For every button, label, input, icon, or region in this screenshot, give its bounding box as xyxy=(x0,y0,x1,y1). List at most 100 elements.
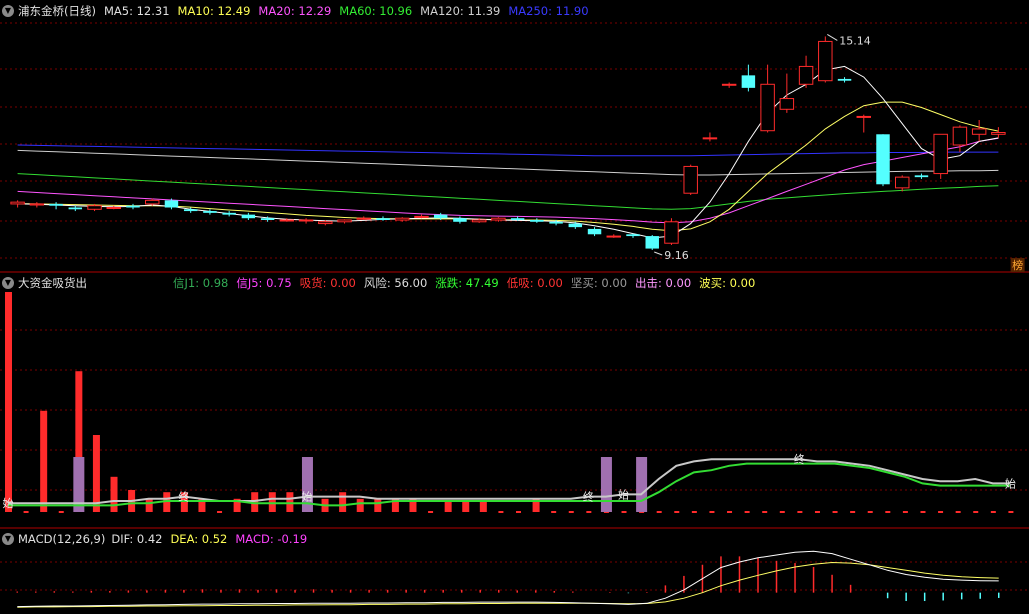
fund-bar-stub xyxy=(586,511,592,513)
candle-body xyxy=(145,199,160,205)
candle-body xyxy=(818,40,833,82)
indicator-label: 波买: 0.00 xyxy=(699,276,756,290)
fund-bar xyxy=(286,492,294,512)
fund-marker: 终 xyxy=(178,490,189,504)
fund-bar xyxy=(444,501,452,512)
low-arrow xyxy=(654,251,663,256)
indicator-label: DIF: 0.42 xyxy=(111,532,163,546)
fund-bar-stub xyxy=(58,511,64,513)
candle-body xyxy=(606,235,621,238)
candle-body xyxy=(279,219,295,222)
fund-bar-stub xyxy=(498,511,504,513)
indicator-label: 坚买: 0.00 xyxy=(570,276,628,290)
indicator-label: MA10: 12.49 xyxy=(177,4,251,18)
candle-body xyxy=(914,175,929,178)
candle-body xyxy=(664,221,679,244)
candle-body xyxy=(203,211,217,213)
ma250-line xyxy=(17,144,999,157)
candle-body xyxy=(414,215,429,218)
signal-tag: 榜 xyxy=(1012,258,1023,272)
fund-panel-title: 大资金吸货出 xyxy=(18,276,87,290)
fund-bar xyxy=(268,492,276,512)
candle-body xyxy=(837,78,852,81)
candle-body xyxy=(241,214,256,219)
fund-bar-stub xyxy=(656,511,662,513)
fund-bar-stub xyxy=(727,511,733,513)
fund-marker: 始 xyxy=(301,490,312,504)
candle-body xyxy=(895,176,910,189)
candle-body xyxy=(87,205,102,210)
fund-bar xyxy=(40,410,48,512)
candle-body xyxy=(876,134,890,185)
candle-body xyxy=(971,128,987,135)
indicator-label: DEA: 0.52 xyxy=(170,532,228,546)
fund-bar-stub xyxy=(23,511,29,513)
fund-bar-stub xyxy=(1008,511,1014,513)
macd-panel-header: ▼ MACD(12,26,9) DIF: 0.42 DEA: 0.52 MACD: … xyxy=(0,531,315,547)
candle-body xyxy=(453,218,467,222)
fund-marker: 终 xyxy=(583,490,594,504)
indicator-label: MA20: 12.29 xyxy=(258,4,332,18)
candle-body xyxy=(952,126,968,146)
fund-bar xyxy=(462,501,470,512)
fund-bar-stub xyxy=(867,511,873,513)
fund-bar-stub xyxy=(779,511,785,513)
collapse-triangle-icon[interactable]: ▼ xyxy=(2,533,14,545)
candle-body xyxy=(741,75,756,88)
price-panel-title: 浦东金桥(日线) xyxy=(18,4,96,18)
candle-body xyxy=(337,219,352,223)
candle-body xyxy=(933,133,948,175)
candle-body xyxy=(645,236,659,249)
candle-body xyxy=(10,201,25,205)
fund-bar-stub xyxy=(885,511,891,513)
indicator-label: 低吸: 0.00 xyxy=(506,276,563,290)
candle-body xyxy=(433,214,448,219)
fund-bar-stub xyxy=(217,511,223,513)
fund-bar-stub xyxy=(762,511,768,513)
fund-bar xyxy=(339,492,347,512)
fund-bar-stub xyxy=(568,511,574,513)
fund-purple-bar xyxy=(636,457,648,512)
high-price-label: 15.14 xyxy=(839,34,871,47)
fund-bar-stub xyxy=(850,511,856,513)
collapse-triangle-icon[interactable]: ▼ xyxy=(2,277,14,289)
candle-body xyxy=(298,219,314,222)
indicator-label: MA5: 12.31 xyxy=(103,4,170,18)
indicator-label: 信J1: 0.98 xyxy=(173,276,229,290)
fund-bar xyxy=(374,498,382,512)
fund-bar-stub xyxy=(990,511,996,513)
candle-body xyxy=(164,200,179,208)
low-price-label: 9.16 xyxy=(664,249,689,262)
candle-body xyxy=(376,218,390,220)
indicator-label: MACD: -0.19 xyxy=(235,532,308,546)
fund-bar-stub xyxy=(797,511,803,513)
candle-body xyxy=(126,205,140,208)
indicator-label: 吸货: 0.00 xyxy=(299,276,356,290)
fund-bar-stub xyxy=(955,511,961,513)
indicator-label: 风险: 56.00 xyxy=(363,276,428,290)
macd-panel-title: MACD(12,26,9) xyxy=(18,532,106,546)
high-arrow xyxy=(827,33,838,41)
candle-body xyxy=(626,234,640,237)
fund-bar-stub xyxy=(551,511,557,513)
candle-body xyxy=(549,221,563,224)
fund-marker: 终 xyxy=(794,452,805,466)
fund-bar-stub xyxy=(920,511,926,513)
candle-body xyxy=(471,219,487,223)
candle-body xyxy=(491,217,506,221)
fund-purple-bar xyxy=(600,457,612,512)
fund-bar-stub xyxy=(691,511,697,513)
fund-bar-stub xyxy=(674,511,680,513)
candle-body xyxy=(721,83,737,86)
fund-bar-stub xyxy=(832,511,838,513)
candle-body xyxy=(568,223,583,228)
fund-bar-stub xyxy=(428,511,434,513)
fund-bar xyxy=(110,476,118,512)
stock-chart[interactable]: 15.149.16榜跌涨始终始终始终始 xyxy=(0,0,1029,614)
fund-bar-stub xyxy=(938,511,944,513)
price-indicators: MA5: 12.31 MA10: 12.49 MA20: 12.29 MA60: 10… xyxy=(104,4,597,18)
candle-body xyxy=(68,207,83,210)
fund-marker: 始 xyxy=(1005,476,1016,490)
candle-body xyxy=(49,203,63,206)
collapse-triangle-icon[interactable]: ▼ xyxy=(2,5,14,17)
